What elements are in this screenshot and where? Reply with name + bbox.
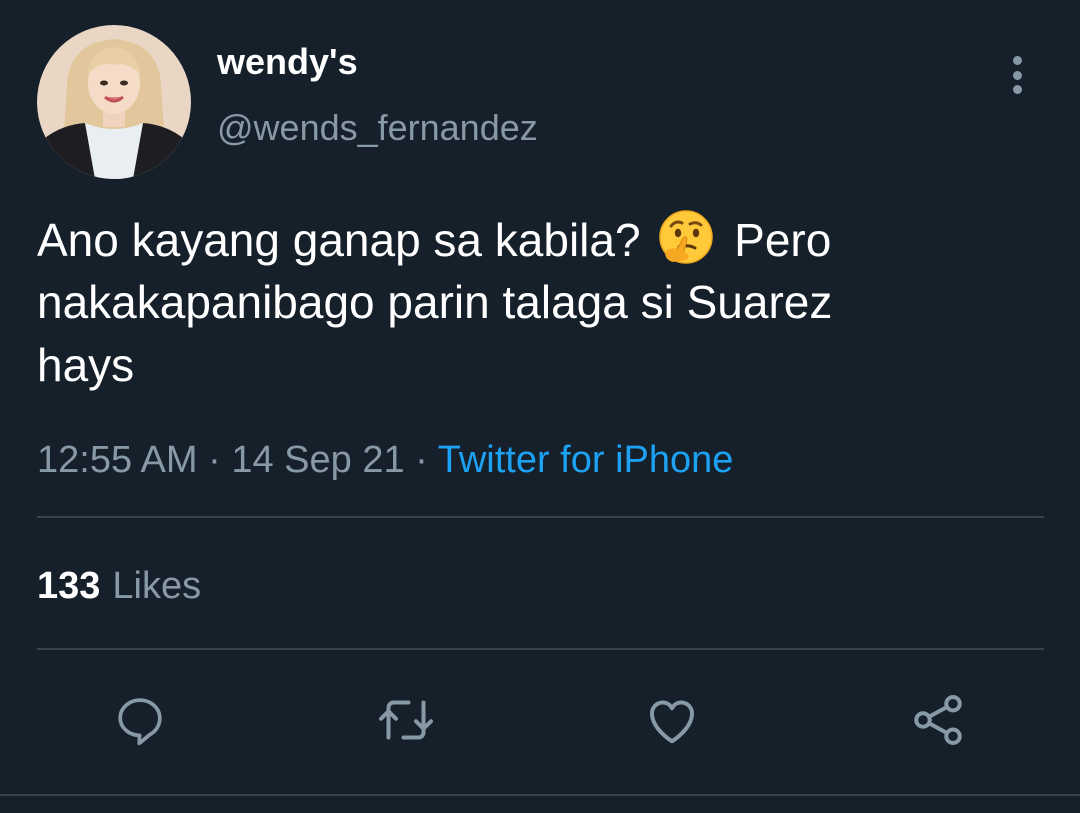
tweet-date: 14 Sep 21 xyxy=(231,439,405,481)
likes-stat[interactable]: 133 Likes xyxy=(37,563,201,609)
share-icon xyxy=(914,694,962,746)
author-handle[interactable]: @wends_fernandez xyxy=(217,106,538,150)
tweet-text-segment: Pero xyxy=(734,214,832,266)
meta-separator: · xyxy=(208,439,221,481)
tweet-time: 12:55 AM xyxy=(37,439,198,481)
more-vertical-icon-dot xyxy=(1012,85,1022,94)
more-vertical-icon xyxy=(1012,56,1022,65)
thinking-face-emoji-icon xyxy=(657,208,715,266)
more-options-button[interactable] xyxy=(996,52,1038,98)
tweet-text: Ano kayang ganap sa kabila? Pero nakakap… xyxy=(37,208,1047,397)
tweet-text-segment: Ano kayang ganap sa kabila? xyxy=(37,214,641,266)
divider xyxy=(0,794,1080,796)
tweet-detail-view: wendy's @wends_fernandez Ano kayang gana… xyxy=(0,0,1080,813)
more-vertical-icon-dot xyxy=(1012,70,1022,80)
meta-separator: · xyxy=(415,439,428,481)
tweet-text-line: hays xyxy=(37,339,135,391)
like-button[interactable] xyxy=(640,688,704,752)
heart-icon xyxy=(650,700,694,744)
tweet-text-line: nakakapanibago parin talaga si Suarez xyxy=(37,276,833,328)
avatar-image xyxy=(37,25,191,179)
likes-label: Likes xyxy=(112,565,202,607)
likes-count: 133 xyxy=(37,565,101,607)
divider xyxy=(37,648,1044,650)
reply-icon xyxy=(118,698,162,746)
author-display-name[interactable]: wendy's xyxy=(217,40,358,84)
divider xyxy=(37,516,1044,518)
retweet-button[interactable] xyxy=(374,688,438,752)
reply-button[interactable] xyxy=(108,688,172,752)
tweet-text-line: Ano kayang ganap sa kabila? Pero xyxy=(37,208,1047,271)
tweet-source-link[interactable]: Twitter for iPhone xyxy=(438,439,734,481)
avatar[interactable] xyxy=(37,25,191,179)
share-button[interactable] xyxy=(906,688,970,752)
retweet-icon xyxy=(379,700,433,740)
tweet-meta: 12:55 AM · 14 Sep 21 · Twitter for iPhon… xyxy=(37,437,733,483)
